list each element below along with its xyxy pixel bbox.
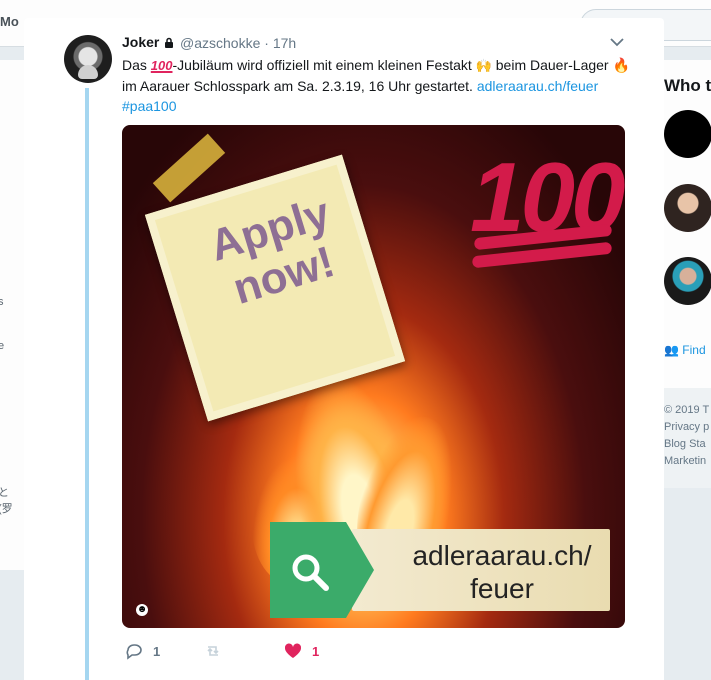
like-count: 1 <box>312 643 320 659</box>
fire-icon: 🔥 <box>612 57 630 73</box>
media-tag-icon[interactable]: ☻ <box>136 604 148 616</box>
raising-hands-icon: 🙌 <box>475 58 492 73</box>
find-people-label: Find <box>682 343 706 357</box>
footer-line[interactable]: Marketin <box>664 453 706 470</box>
people-icon: 👥 <box>664 343 679 357</box>
like-button[interactable]: 1 <box>284 641 319 661</box>
reply-icon <box>126 644 142 660</box>
find-people-link[interactable]: 👥 Find <box>664 343 706 357</box>
url-banner-line: adleraarau.ch/ <box>412 540 592 571</box>
search-tag-arrow <box>346 522 374 618</box>
background-left-fragment: s <box>0 296 4 308</box>
url-banner-line: feuer <box>470 573 534 604</box>
background-left-column: s e と (罗 <box>0 60 24 570</box>
tweet-text-segment: beim Dauer-Lager <box>491 57 613 73</box>
tweet-text-segment: im Aarauer Schlosspark am Sa. 2.3.19, 16… <box>122 78 477 94</box>
tweet-hashtag[interactable]: #paa100 <box>122 98 177 114</box>
suggested-avatar[interactable] <box>664 110 711 158</box>
tweet-timestamp[interactable]: 17h <box>273 35 296 51</box>
url-banner-text: adleraarau.ch/ feuer <box>392 539 612 605</box>
background-left-fragment: と (罗 <box>0 487 13 515</box>
background-left-fragment: e <box>0 340 5 352</box>
meta-separator: · <box>264 35 269 51</box>
tweet-card: Joker @azschokke · 17h Das 100-Jubiläum … <box>24 18 664 680</box>
background-nav-item[interactable]: Mo <box>0 14 19 29</box>
tape-strip <box>152 133 226 203</box>
thread-line <box>85 88 89 680</box>
hundred-points-icon: 100 <box>150 58 173 73</box>
retweet-icon <box>207 646 219 656</box>
tweet-meta: @azschokke · 17h <box>180 35 296 51</box>
magnifier-icon <box>292 554 329 591</box>
reply-button[interactable]: 1 <box>125 641 160 661</box>
footer-line[interactable]: Privacy p <box>664 419 709 436</box>
who-to-follow-heading: Who t <box>664 76 711 95</box>
reply-count: 1 <box>153 643 161 659</box>
author-handle[interactable]: @azschokke <box>180 35 260 51</box>
tweet-media-image[interactable]: Apply now! 100 adleraarau.ch/ feuer ☻ <box>122 125 625 628</box>
author-avatar[interactable] <box>64 35 112 83</box>
tweet-link[interactable]: adleraarau.ch/feuer <box>477 78 598 94</box>
tweet-text-segment: -Jubiläum wird offiziell mit einem klein… <box>172 57 476 73</box>
author-name[interactable]: Joker <box>122 34 159 50</box>
footer-line: © 2019 T <box>664 404 710 416</box>
heart-icon <box>284 643 302 658</box>
lock-icon <box>165 37 173 48</box>
url-banner: adleraarau.ch/ feuer <box>352 529 610 611</box>
footer-line[interactable]: Blog Sta <box>664 436 706 453</box>
chevron-down-icon[interactable] <box>609 37 625 47</box>
tweet-text: Das 100-Jubiläum wird offiziell mit eine… <box>122 55 637 116</box>
retweet-button[interactable] <box>204 641 232 661</box>
tweet-text-segment: Das <box>122 57 151 73</box>
suggested-avatar[interactable] <box>664 257 711 305</box>
suggested-avatar[interactable] <box>664 184 711 232</box>
